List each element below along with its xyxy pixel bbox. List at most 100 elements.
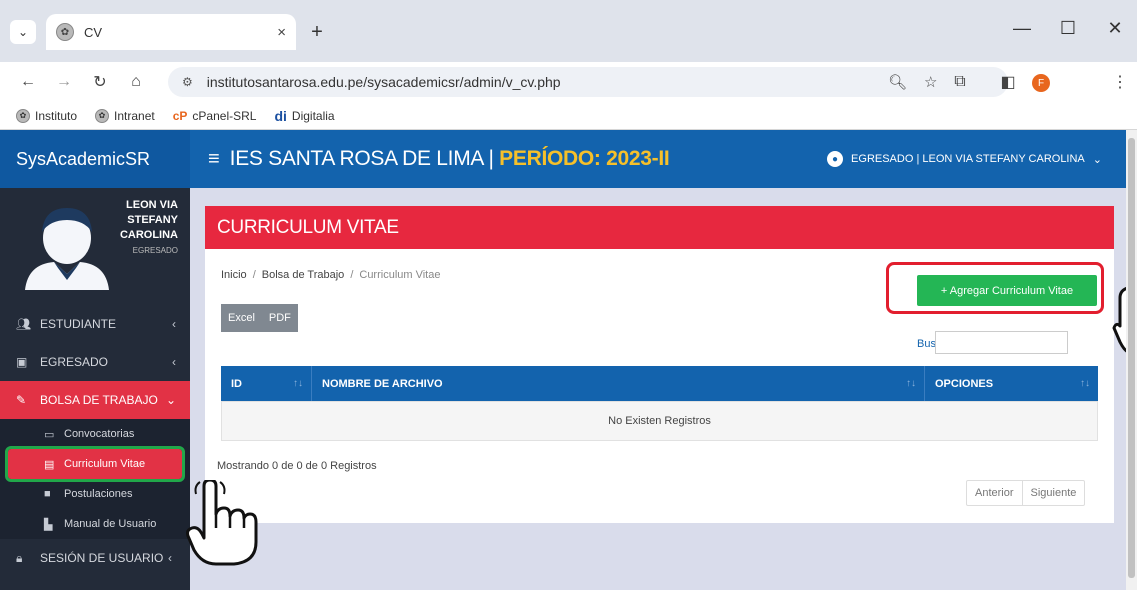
sort-icon: ↑↓ — [906, 378, 916, 389]
search-input[interactable] — [935, 331, 1068, 354]
home-icon[interactable]: ⌂ — [124, 70, 148, 94]
submenu-label: Curriculum Vitae — [64, 458, 146, 470]
bolsa-submenu: ▭ Convocatorias ▤ Curriculum Vitae ■ Pos… — [0, 419, 190, 539]
submenu-label: Convocatorias — [64, 428, 135, 440]
tab-search-button[interactable]: ⌄ — [10, 20, 36, 44]
tab-close-icon[interactable]: × — [277, 24, 286, 41]
excel-button[interactable]: Excel — [221, 304, 262, 332]
table-header: ID ↑↓ NOMBRE DE ARCHIVO ↑↓ OPCIONES ↑↓ — [221, 366, 1098, 401]
side-panel-icon[interactable]: ◧ — [996, 70, 1020, 94]
breadcrumb-bolsa[interactable]: Bolsa de Trabajo — [262, 269, 345, 281]
institute-favicon-icon: ✿ — [16, 108, 30, 123]
profile-name: LEON VIA STEFANY CAROLINA — [119, 199, 178, 241]
bookmark-digitalia[interactable]: di Digitalia — [274, 108, 334, 124]
bookmark-star-icon[interactable]: ☆ — [924, 67, 937, 97]
users-icon: 👥︎ — [16, 317, 32, 331]
institute-favicon-icon: ✿ — [56, 23, 74, 41]
sidebar-item-label: SESIÓN DE USUARIO — [40, 551, 164, 565]
pagination: Anterior Siguiente — [966, 480, 1086, 506]
column-label: NOMBRE DE ARCHIVO — [322, 377, 443, 390]
manual-icon: ▙ — [44, 518, 53, 531]
sidebar-item-label: EGRESADO — [40, 355, 109, 369]
bookmark-cpanel[interactable]: cP cPanel-SRL — [173, 109, 257, 123]
add-curriculum-button[interactable]: + Agregar Curriculum Vitae — [917, 275, 1097, 306]
digitalia-icon: di — [274, 107, 287, 124]
menu-kebab-icon[interactable]: ⋮ — [1108, 70, 1132, 94]
cv-panel: CURRICULUM VITAE Inicio / Bolsa de Trabajo… — [205, 206, 1114, 523]
previous-page-button[interactable]: Anterior — [967, 481, 1022, 505]
briefcase-icon: ■ — [44, 488, 51, 500]
breadcrumb-current: Curriculum Vitae — [359, 269, 441, 281]
user-menu[interactable]: ● EGRESADO | LEON VIA STEFANY CAROLINA ⌄ — [827, 130, 1102, 188]
address-bar-row: ← → ↻ ⌂ ⚙ institutosantarosa.edu.pe/sysa… — [0, 62, 1137, 102]
browser-tab[interactable]: ✿ CV × — [46, 14, 296, 50]
sidebar-item-bolsa-de-trabajo[interactable]: ✎ BOLSA DE TRABAJO ⌄ — [0, 381, 190, 419]
new-tab-button[interactable]: + — [304, 19, 330, 45]
sidebar-profile: LEON VIA STEFANY CAROLINA EGRESADO — [0, 188, 190, 305]
sidebar-item-estudiante[interactable]: 👥︎ ESTUDIANTE ‹ — [0, 305, 190, 343]
user-icon: ● — [827, 151, 844, 167]
edit-icon: ✎ — [16, 393, 27, 407]
submenu-label: Postulaciones — [64, 488, 133, 500]
pointer-hand-icon — [186, 480, 258, 566]
bookmark-label: Digitalia — [291, 108, 335, 123]
bookmark-label: Intranet — [114, 108, 155, 123]
scrollbar-thumb[interactable] — [1128, 138, 1135, 578]
chevron-down-icon: ⌄ — [165, 393, 176, 407]
close-window-icon[interactable]: ✕ — [1100, 18, 1130, 39]
period-label: PERÍODO: 2023-II — [499, 147, 670, 170]
table-info: Mostrando 0 de 0 de 0 Registros — [217, 460, 377, 472]
top-navbar: SysAcademicSR ≡ IES SANTA ROSA DE LIMA |… — [0, 130, 1126, 188]
app-viewport: SysAcademicSR ≡ IES SANTA ROSA DE LIMA |… — [0, 130, 1128, 590]
submenu-item-manual-de-usuario[interactable]: ▙ Manual de Usuario — [0, 509, 190, 539]
institute-favicon-icon: ✿ — [95, 108, 110, 123]
forward-icon[interactable]: → — [52, 70, 76, 94]
breadcrumb-inicio[interactable]: Inicio — [221, 269, 247, 281]
url-text[interactable]: institutosantarosa.edu.pe/sysacademicsr/… — [207, 74, 561, 90]
next-page-button[interactable]: Siguiente — [1021, 481, 1085, 505]
submenu-item-convocatorias[interactable]: ▭ Convocatorias — [0, 419, 190, 449]
browser-tab-bar: ⌄ ✿ CV × + — ☐ ✕ — [0, 0, 1137, 62]
submenu-item-postulaciones[interactable]: ■ Postulaciones — [0, 479, 190, 509]
page-scrollbar[interactable] — [1126, 130, 1137, 590]
brand-logo[interactable]: SysAcademicSR — [0, 130, 190, 188]
minimize-icon[interactable]: — — [1007, 18, 1037, 39]
tab-title: CV — [84, 24, 103, 40]
institution-title: IES SANTA ROSA DE LIMA | PERÍODO: 2023-I… — [230, 147, 670, 171]
sidebar-item-egresado[interactable]: ▣ EGRESADO ‹ — [0, 343, 190, 381]
column-label: ID — [231, 377, 242, 390]
bookmark-label: Instituto — [35, 108, 78, 123]
pdf-button[interactable]: PDF — [262, 304, 298, 332]
column-label: OPCIONES — [935, 377, 994, 390]
highlight-box: + Agregar Curriculum Vitae — [886, 262, 1104, 314]
zoom-icon[interactable]: 🔍︎ — [888, 67, 907, 97]
back-icon[interactable]: ← — [16, 70, 40, 94]
bookmark-intranet[interactable]: ✿ Intranet — [95, 108, 155, 123]
chevron-left-icon: ‹ — [172, 355, 176, 369]
chevron-down-icon: ⌄ — [1092, 153, 1102, 166]
hamburger-menu-icon[interactable]: ≡ — [208, 148, 220, 171]
breadcrumb: Inicio / Bolsa de Trabajo / Curriculum Vitae — [221, 269, 441, 281]
cpanel-icon: cP — [172, 108, 188, 123]
submenu-label: Manual de Usuario — [64, 518, 157, 530]
extensions-icon[interactable]: ⧉ — [948, 70, 972, 94]
sidebar-item-sesion-de-usuario[interactable]: 🔒︎ SESIÓN DE USUARIO ‹ — [0, 539, 190, 577]
id-card-icon: ▤ — [44, 458, 55, 471]
submenu-item-curriculum-vitae[interactable]: ▤ Curriculum Vitae — [5, 446, 185, 482]
maximize-icon[interactable]: ☐ — [1053, 18, 1083, 39]
column-nombre-de-archivo[interactable]: NOMBRE DE ARCHIVO ↑↓ — [312, 366, 925, 401]
panel-title: CURRICULUM VITAE — [205, 206, 1114, 249]
image-icon: ▭ — [44, 428, 55, 441]
bookmark-instituto[interactable]: ✿ Instituto — [16, 108, 78, 123]
site-info-icon[interactable]: ⚙ — [182, 75, 193, 89]
column-opciones[interactable]: OPCIONES ↑↓ — [925, 366, 1098, 401]
url-omnibox[interactable]: ⚙ institutosantarosa.edu.pe/sysacademics… — [168, 67, 1008, 97]
chevron-left-icon: ‹ — [168, 551, 172, 565]
column-id[interactable]: ID ↑↓ — [221, 366, 312, 401]
profile-role: EGRESADO — [132, 246, 178, 255]
reload-icon[interactable]: ↻ — [88, 70, 112, 94]
cv-table: ID ↑↓ NOMBRE DE ARCHIVO ↑↓ OPCIONES ↑↓ No E… — [221, 366, 1098, 441]
institution-name: IES SANTA ROSA DE LIMA | — [229, 147, 500, 170]
profile-avatar[interactable]: F — [1032, 74, 1050, 92]
chevron-left-icon: ‹ — [172, 317, 176, 331]
